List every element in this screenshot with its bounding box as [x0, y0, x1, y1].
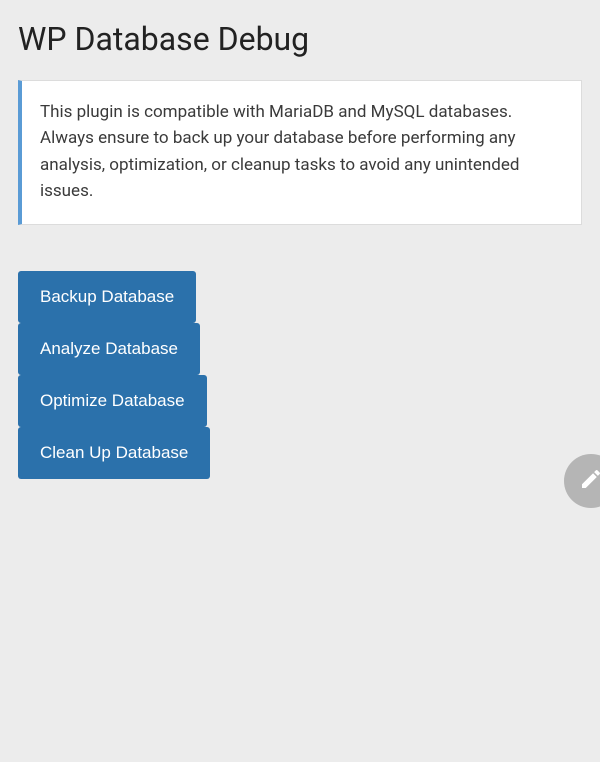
cleanup-database-button[interactable]: Clean Up Database [18, 427, 210, 479]
page-title: WP Database Debug [18, 0, 582, 80]
compatibility-notice: This plugin is compatible with MariaDB a… [18, 80, 582, 225]
notice-text: This plugin is compatible with MariaDB a… [40, 99, 561, 204]
backup-database-button[interactable]: Backup Database [18, 271, 196, 323]
pencil-icon [579, 467, 600, 495]
optimize-database-button[interactable]: Optimize Database [18, 375, 207, 427]
analyze-database-button[interactable]: Analyze Database [18, 323, 200, 375]
